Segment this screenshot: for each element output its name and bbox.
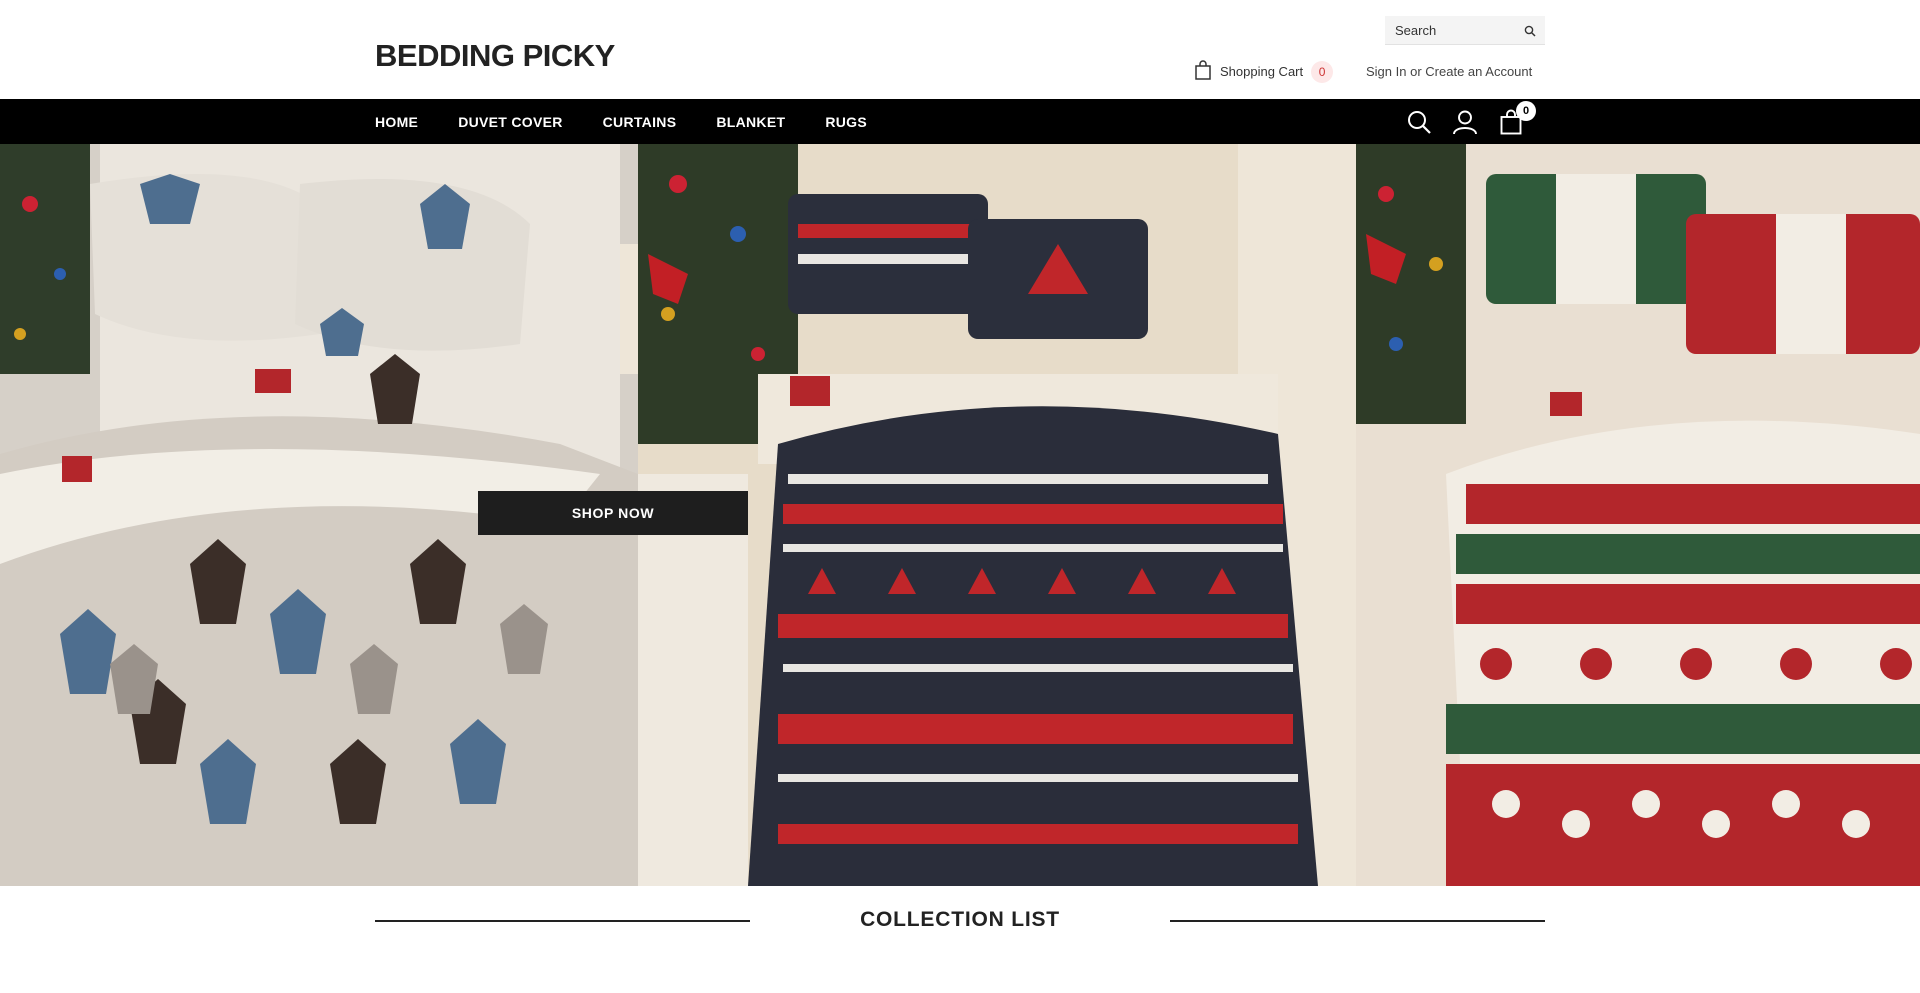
hero-image-christmas-bedding <box>1356 144 1920 886</box>
nav-item-curtains[interactable]: CURTAINS <box>603 114 677 130</box>
sign-in-link[interactable]: Sign In <box>1366 64 1406 79</box>
nav-menu: HOME DUVET COVER CURTAINS BLANKET RUGS <box>375 99 867 144</box>
nav-cart-badge: 0 <box>1516 100 1536 121</box>
shopping-bag-icon[interactable]: 0 <box>1498 100 1536 135</box>
nav-icons: 0 <box>1406 99 1536 144</box>
site-header: BEDDING PICKY Shopping Cart 0 Sign In or… <box>0 0 1920 99</box>
collection-list-section: COLLECTION LIST <box>0 886 1920 993</box>
account-links: Sign In or Create an Account <box>1366 64 1532 79</box>
nav-item-duvet-cover[interactable]: DUVET COVER <box>458 114 562 130</box>
create-account-link[interactable]: Create an Account <box>1425 64 1532 79</box>
nav-item-home[interactable]: HOME <box>375 114 418 130</box>
nav-item-blanket[interactable]: BLANKET <box>716 114 785 130</box>
search-input[interactable] <box>1395 22 1515 38</box>
shopping-cart-label: Shopping Cart <box>1220 64 1304 79</box>
shopping-bag-icon <box>1194 60 1212 83</box>
shopping-cart-link[interactable]: Shopping Cart 0 <box>1194 60 1334 83</box>
hero-banner[interactable]: SHOP NOW <box>0 144 1920 886</box>
user-icon[interactable] <box>1452 109 1478 135</box>
cart-count-badge: 0 <box>1311 60 1334 83</box>
search-icon[interactable] <box>1524 24 1536 42</box>
collection-list-title: COLLECTION LIST <box>860 908 1060 931</box>
shop-now-button[interactable]: SHOP NOW <box>478 491 748 535</box>
collection-divider-right <box>1170 920 1545 922</box>
main-nav: HOME DUVET COVER CURTAINS BLANKET RUGS 0 <box>0 99 1920 144</box>
search-icon[interactable] <box>1406 109 1432 135</box>
nav-item-rugs[interactable]: RUGS <box>825 114 867 130</box>
header-search <box>1385 16 1545 45</box>
account-separator: or <box>1410 64 1422 79</box>
site-logo[interactable]: BEDDING PICKY <box>375 38 615 74</box>
